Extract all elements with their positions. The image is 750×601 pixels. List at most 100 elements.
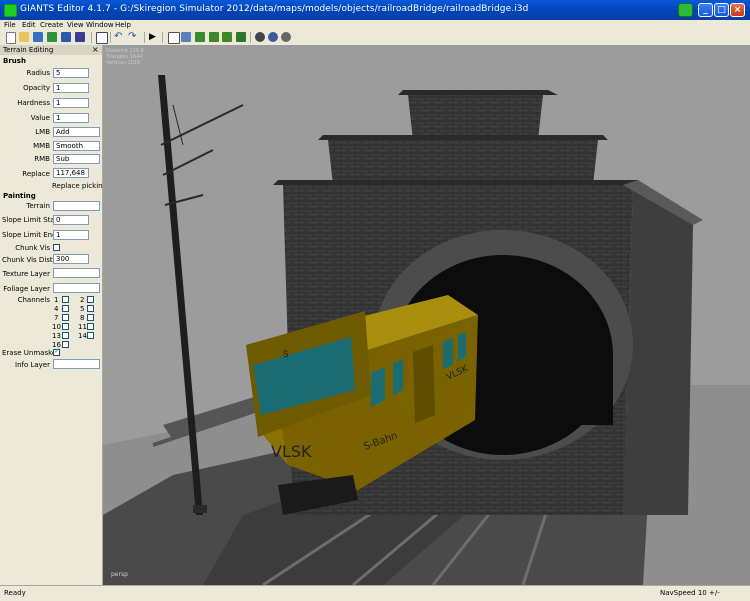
- panel-header: Terrain Editing ×: [0, 45, 102, 55]
- title-bar: GIANTS Editor 4.1.7 - G:/Skiregion Simul…: [0, 0, 750, 20]
- terrain-smooth-icon[interactable]: [222, 32, 232, 42]
- slope-start-field[interactable]: 0: [53, 215, 89, 225]
- channel-2-checkbox[interactable]: [87, 296, 94, 303]
- close-button[interactable]: ×: [730, 3, 745, 17]
- stat-line: Vertices 1016: [106, 60, 141, 66]
- mmb-field[interactable]: Smooth: [53, 141, 100, 151]
- slope-start-label: Slope Limit Start: [2, 216, 61, 224]
- 3d-viewport[interactable]: VLSK S-Bahn VLSK S Distance 126.8 Triang…: [103, 45, 750, 585]
- channel-4-checkbox[interactable]: [62, 305, 69, 312]
- tray-icon[interactable]: [678, 3, 693, 17]
- chunk-vis-dist-label: Chunk Vis Dist: [2, 256, 53, 264]
- lmb-field[interactable]: Add: [53, 127, 100, 137]
- rmb-field[interactable]: Sub: [53, 154, 100, 164]
- channel-10-checkbox[interactable]: [62, 323, 69, 330]
- opacity-field[interactable]: 1: [53, 83, 89, 93]
- erase-unmasked-checkbox[interactable]: [53, 347, 60, 356]
- select-icon[interactable]: [168, 32, 180, 44]
- foliage-icon[interactable]: [236, 32, 246, 42]
- import-icon[interactable]: [33, 32, 43, 42]
- terrain-field[interactable]: [53, 201, 100, 211]
- undo-icon[interactable]: ↶: [114, 32, 124, 42]
- minimize-button[interactable]: _: [698, 3, 713, 17]
- menu-bar: File Edit Create View Window Help: [0, 20, 750, 30]
- channel-7-checkbox[interactable]: [62, 314, 69, 321]
- rmb-label: RMB: [34, 155, 50, 163]
- foliage-layer-label: Foliage Layer: [3, 285, 50, 293]
- new-file-icon[interactable]: [6, 32, 16, 44]
- channel-5-checkbox[interactable]: [87, 305, 94, 312]
- slope-end-field[interactable]: 1: [53, 230, 89, 240]
- save-as-icon[interactable]: [75, 32, 85, 42]
- export-icon[interactable]: [47, 32, 57, 42]
- slope-end-label: Slope Limit End: [2, 231, 57, 239]
- menu-edit[interactable]: Edit: [22, 20, 36, 30]
- mmb-label: MMB: [33, 142, 50, 150]
- brush-section-title: Brush: [3, 57, 26, 65]
- opacity-label: Opacity: [23, 84, 50, 92]
- channel-1-checkbox[interactable]: [62, 296, 69, 303]
- menu-help[interactable]: Help: [115, 20, 131, 30]
- foliage-layer-field[interactable]: [53, 283, 100, 293]
- channel-13-label: 13: [52, 332, 61, 340]
- channel-16-checkbox[interactable]: [62, 341, 69, 348]
- gear-icon[interactable]: [255, 32, 265, 42]
- camera-label: persp: [111, 571, 128, 578]
- render-stats: Distance 126.8 Triangles 1644 Vertices 1…: [106, 48, 144, 66]
- channel-11-checkbox[interactable]: [87, 323, 94, 330]
- maximize-button[interactable]: □: [714, 3, 729, 17]
- chunk-vis-label: Chunk Vis: [15, 244, 50, 252]
- camera-icon[interactable]: [181, 32, 191, 42]
- train-front-logo: S: [283, 350, 289, 360]
- channel-14-checkbox[interactable]: [87, 332, 94, 339]
- info-layer-label: Info Layer: [15, 361, 50, 369]
- hardness-label: Hardness: [17, 99, 50, 107]
- save-icon[interactable]: [61, 32, 71, 42]
- info-layer-field[interactable]: [53, 359, 100, 369]
- menu-view[interactable]: View: [67, 20, 84, 30]
- train-front-text: VLSK: [271, 442, 312, 461]
- channel-8-checkbox[interactable]: [87, 314, 94, 321]
- lmb-label: LMB: [35, 128, 50, 136]
- status-bar: Ready NavSpeed 10 +/-: [0, 585, 750, 601]
- channel-10-label: 10: [52, 323, 61, 331]
- panel-close-icon[interactable]: ×: [92, 45, 99, 54]
- erase-unmasked-label: Erase Unmasked: [2, 349, 61, 357]
- channel-14-label: 14: [78, 332, 87, 340]
- painting-section-title: Painting: [3, 192, 36, 200]
- replace-label: Replace: [22, 170, 50, 178]
- channel-11-label: 11: [78, 323, 87, 331]
- channel-5-label: 5: [80, 305, 85, 313]
- menu-window[interactable]: Window: [86, 20, 114, 30]
- terrain-lower-icon[interactable]: [209, 32, 219, 42]
- channel-8-label: 8: [80, 314, 85, 322]
- app-icon: [4, 4, 17, 17]
- replace-field[interactable]: 117,648: [53, 168, 89, 178]
- radius-label: Radius: [26, 69, 50, 77]
- channel-13-checkbox[interactable]: [62, 332, 69, 339]
- channel-2-label: 2: [80, 296, 85, 304]
- play-icon[interactable]: ▶: [149, 32, 159, 42]
- panel-title: Terrain Editing: [3, 46, 54, 54]
- texture-layer-label: Texture Layer: [2, 270, 50, 278]
- open-file-icon[interactable]: [19, 32, 29, 42]
- toolbar: ↶ ↷ ▶: [0, 30, 750, 46]
- status-text: Ready: [4, 589, 26, 597]
- chunk-vis-dist-field[interactable]: 300: [53, 254, 89, 264]
- terrain-editing-panel: Terrain Editing × Brush Radius 5 Opacity…: [0, 45, 114, 585]
- light-icon[interactable]: [281, 32, 291, 42]
- redo-icon[interactable]: ↷: [128, 32, 138, 42]
- physics-icon[interactable]: [268, 32, 278, 42]
- radius-field[interactable]: 5: [53, 68, 89, 78]
- value-label: Value: [30, 114, 50, 122]
- channel-1-label: 1: [54, 296, 59, 304]
- settings-icon[interactable]: [96, 32, 108, 44]
- menu-file[interactable]: File: [4, 20, 16, 30]
- scene-render: VLSK S-Bahn VLSK S: [103, 75, 750, 585]
- terrain-raise-icon[interactable]: [195, 32, 205, 42]
- texture-layer-field[interactable]: [53, 268, 100, 278]
- menu-create[interactable]: Create: [40, 20, 63, 30]
- value-field[interactable]: 1: [53, 113, 89, 123]
- chunk-vis-checkbox[interactable]: [53, 244, 60, 251]
- hardness-field[interactable]: 1: [53, 98, 89, 108]
